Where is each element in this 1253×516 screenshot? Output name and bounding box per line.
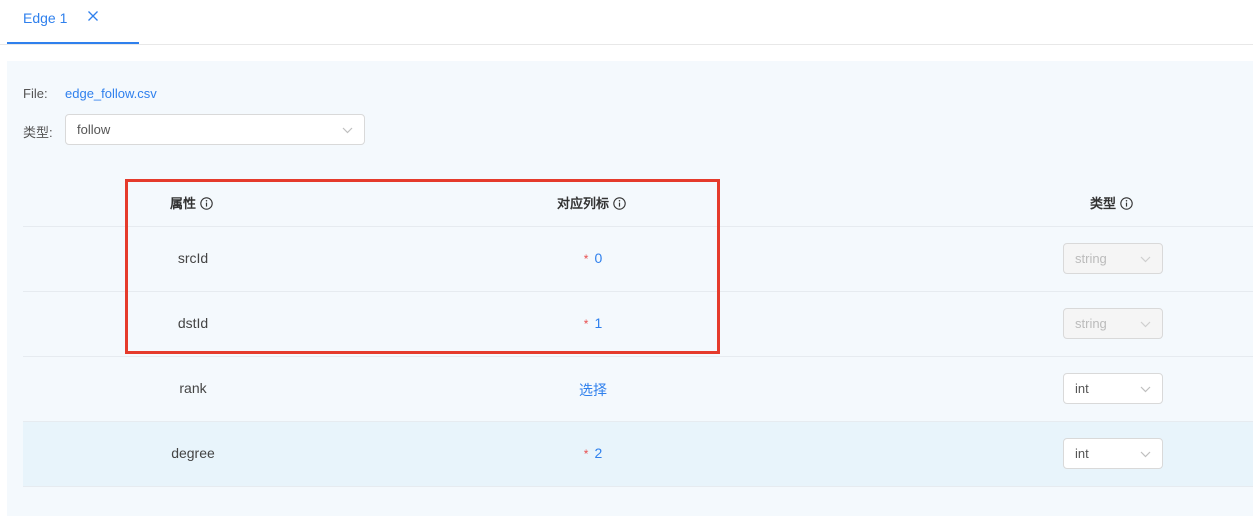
file-label: File: [23,86,48,101]
column-index-value: 2 [594,445,603,461]
header-property-label: 属性 [170,196,197,211]
header-type: 类型 [1090,193,1133,212]
column-index[interactable]: * 0 [393,250,793,266]
info-icon[interactable] [200,197,213,210]
type-value: string [1075,316,1107,331]
header-column: 对应列标 [557,193,626,212]
info-icon[interactable] [613,197,626,210]
table-row: rank 选择 int [23,357,1253,422]
header-property: 属性 [170,193,213,212]
required-mark: * [583,447,589,461]
column-index-value: 0 [594,250,603,266]
select-column-link[interactable]: 选择 [393,380,793,400]
required-mark: * [583,317,589,331]
type-value: string [1075,251,1107,266]
type-value: int [1075,381,1089,396]
table-header: 属性 对应列标 类型 [23,178,1253,227]
chevron-down-icon [1140,451,1151,458]
type-select: string [1063,243,1163,274]
chevron-down-icon [1140,386,1151,393]
edge-type-label: 类型: [23,125,53,140]
property-name: rank [179,380,207,396]
table-row: degree * 2 int [23,422,1253,487]
tab-edge-1[interactable]: Edge 1 [7,0,139,44]
chevron-down-icon [1140,321,1151,328]
property-name: srcId [177,250,209,266]
info-icon[interactable] [1120,197,1133,210]
required-mark: * [583,252,589,266]
select-column-label: 选择 [579,382,607,398]
chevron-down-icon [1140,256,1151,263]
type-select: string [1063,308,1163,339]
type-value: int [1075,446,1089,461]
tab-bar: Edge 1 [0,0,1253,45]
table-row: srcId * 0 string [23,227,1253,292]
header-type-label: 类型 [1090,196,1117,211]
table-row: dstId * 1 string [23,292,1253,357]
column-index[interactable]: * 2 [393,445,793,461]
property-name: dstId [177,315,209,331]
tab-label: Edge 1 [23,10,68,26]
edge-type-value: follow [77,122,111,137]
type-select[interactable]: int [1063,438,1163,469]
column-index[interactable]: * 1 [393,315,793,331]
edge-config-panel: File: edge_follow.csv 类型: follow 属性 对应列标… [7,61,1253,516]
file-link[interactable]: edge_follow.csv [65,86,157,101]
close-icon[interactable] [87,10,99,22]
column-index-value: 1 [594,315,603,331]
edge-type-select[interactable]: follow [65,114,365,145]
type-select[interactable]: int [1063,373,1163,404]
header-column-label: 对应列标 [557,196,610,211]
property-name: degree [171,445,215,461]
chevron-down-icon [342,127,353,134]
